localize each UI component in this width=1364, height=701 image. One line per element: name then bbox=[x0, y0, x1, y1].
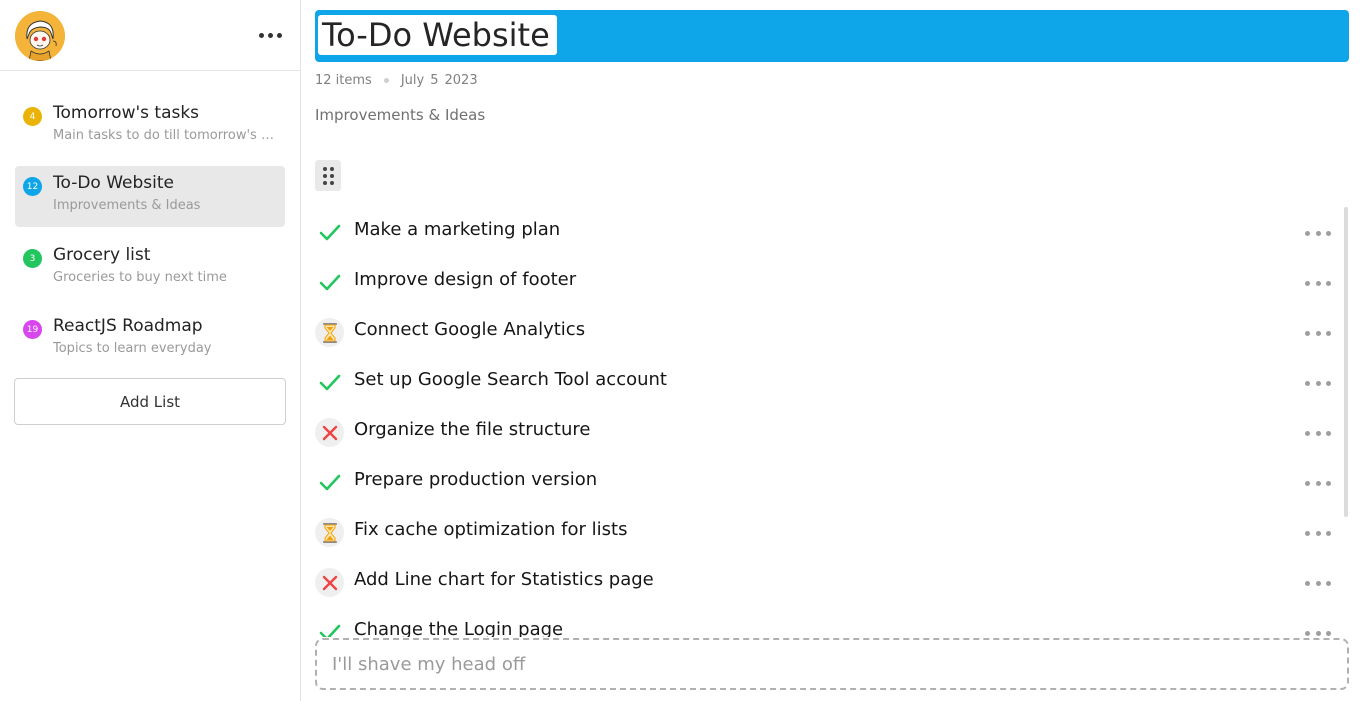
task-more-icon[interactable] bbox=[1305, 278, 1331, 288]
check-icon[interactable] bbox=[315, 268, 344, 297]
check-icon[interactable] bbox=[315, 468, 344, 497]
task-more-icon[interactable] bbox=[1305, 228, 1331, 238]
task-more-icon[interactable] bbox=[1305, 528, 1331, 538]
list-subtitle: Topics to learn everyday bbox=[53, 341, 212, 356]
main-panel: To-Do Website 12 items July 5 2023 Impro… bbox=[302, 0, 1364, 701]
list-subtitle: Groceries to buy next time bbox=[53, 270, 227, 285]
task-text[interactable]: Improve design of footer bbox=[354, 269, 576, 290]
task-more-icon[interactable] bbox=[1305, 578, 1331, 588]
page-title[interactable]: To-Do Website bbox=[318, 15, 557, 55]
task-more-icon[interactable] bbox=[1305, 328, 1331, 338]
task-row[interactable]: Prepare production version bbox=[315, 457, 1335, 507]
list-count-badge: 3 bbox=[23, 249, 42, 268]
sidebar-list-item[interactable]: 19 ReactJS Roadmap Topics to learn every… bbox=[15, 309, 285, 370]
task-row[interactable]: Add Line chart for Statistics page bbox=[315, 557, 1335, 607]
date-day: 5 bbox=[430, 73, 439, 88]
sidebar-more-icon[interactable] bbox=[254, 24, 286, 46]
task-row[interactable]: Organize the file structure bbox=[315, 407, 1335, 457]
new-task-input[interactable] bbox=[315, 638, 1349, 690]
sidebar-list-item[interactable]: 4 Tomorrow's tasks Main tasks to do till… bbox=[15, 96, 285, 157]
list-count-badge: 19 bbox=[23, 320, 42, 339]
sidebar-list-item[interactable]: 3 Grocery list Groceries to buy next tim… bbox=[15, 238, 285, 299]
cross-icon[interactable] bbox=[315, 418, 344, 447]
task-row[interactable]: Fix cache optimization for lists bbox=[315, 507, 1335, 557]
task-row[interactable]: Change the Login page bbox=[315, 607, 1335, 637]
task-more-icon[interactable] bbox=[1305, 478, 1331, 488]
hourglass-icon[interactable] bbox=[315, 518, 344, 547]
add-list-button[interactable]: Add List bbox=[14, 378, 286, 425]
task-text[interactable]: Fix cache optimization for lists bbox=[354, 519, 627, 540]
task-text[interactable]: Prepare production version bbox=[354, 469, 597, 490]
list-subtitle: Main tasks to do till tomorrow's day bbox=[53, 128, 281, 143]
separator-dot bbox=[383, 78, 389, 83]
sidebar-list-item-active[interactable]: 12 To-Do Website Improvements & Ideas bbox=[15, 166, 285, 227]
hourglass-icon[interactable] bbox=[315, 318, 344, 347]
drag-handle-icon[interactable] bbox=[315, 160, 341, 191]
task-text[interactable]: Change the Login page bbox=[354, 619, 563, 637]
task-more-icon[interactable] bbox=[1305, 428, 1331, 438]
sidebar: 4 Tomorrow's tasks Main tasks to do till… bbox=[0, 0, 301, 701]
task-row[interactable]: Connect Google Analytics bbox=[315, 307, 1335, 357]
date-year: 2023 bbox=[444, 73, 478, 88]
check-icon[interactable] bbox=[315, 618, 344, 637]
task-list: Make a marketing plan Improve design of f… bbox=[315, 207, 1349, 637]
task-more-icon[interactable] bbox=[1305, 378, 1331, 388]
list-count-badge: 12 bbox=[23, 177, 42, 196]
task-text[interactable]: Organize the file structure bbox=[354, 419, 590, 440]
task-text[interactable]: Make a marketing plan bbox=[354, 219, 560, 240]
item-count: 12 items bbox=[315, 73, 372, 88]
task-more-icon[interactable] bbox=[1305, 628, 1331, 637]
list-description[interactable]: Improvements & Ideas bbox=[315, 106, 485, 124]
task-text[interactable]: Add Line chart for Statistics page bbox=[354, 569, 654, 590]
list-meta: 12 items July 5 2023 bbox=[315, 73, 478, 88]
list-subtitle: Improvements & Ideas bbox=[53, 198, 201, 213]
task-text[interactable]: Set up Google Search Tool account bbox=[354, 369, 667, 390]
check-icon[interactable] bbox=[315, 368, 344, 397]
sidebar-header bbox=[0, 0, 300, 71]
date-month: July bbox=[400, 73, 425, 88]
task-row[interactable]: Set up Google Search Tool account bbox=[315, 357, 1335, 407]
list-title: To-Do Website bbox=[53, 173, 175, 193]
task-row[interactable]: Improve design of footer bbox=[315, 257, 1335, 307]
scrollbar[interactable] bbox=[1344, 207, 1348, 517]
list-title-bar: To-Do Website bbox=[315, 10, 1349, 62]
list-title: ReactJS Roadmap bbox=[53, 316, 203, 336]
cross-icon[interactable] bbox=[315, 568, 344, 597]
list-title: Grocery list bbox=[53, 245, 151, 265]
list-count-badge: 4 bbox=[23, 107, 42, 126]
task-row[interactable]: Make a marketing plan bbox=[315, 207, 1335, 257]
avatar[interactable] bbox=[15, 11, 65, 61]
list-title: Tomorrow's tasks bbox=[53, 103, 200, 123]
task-text[interactable]: Connect Google Analytics bbox=[354, 319, 585, 340]
check-icon[interactable] bbox=[315, 218, 344, 247]
